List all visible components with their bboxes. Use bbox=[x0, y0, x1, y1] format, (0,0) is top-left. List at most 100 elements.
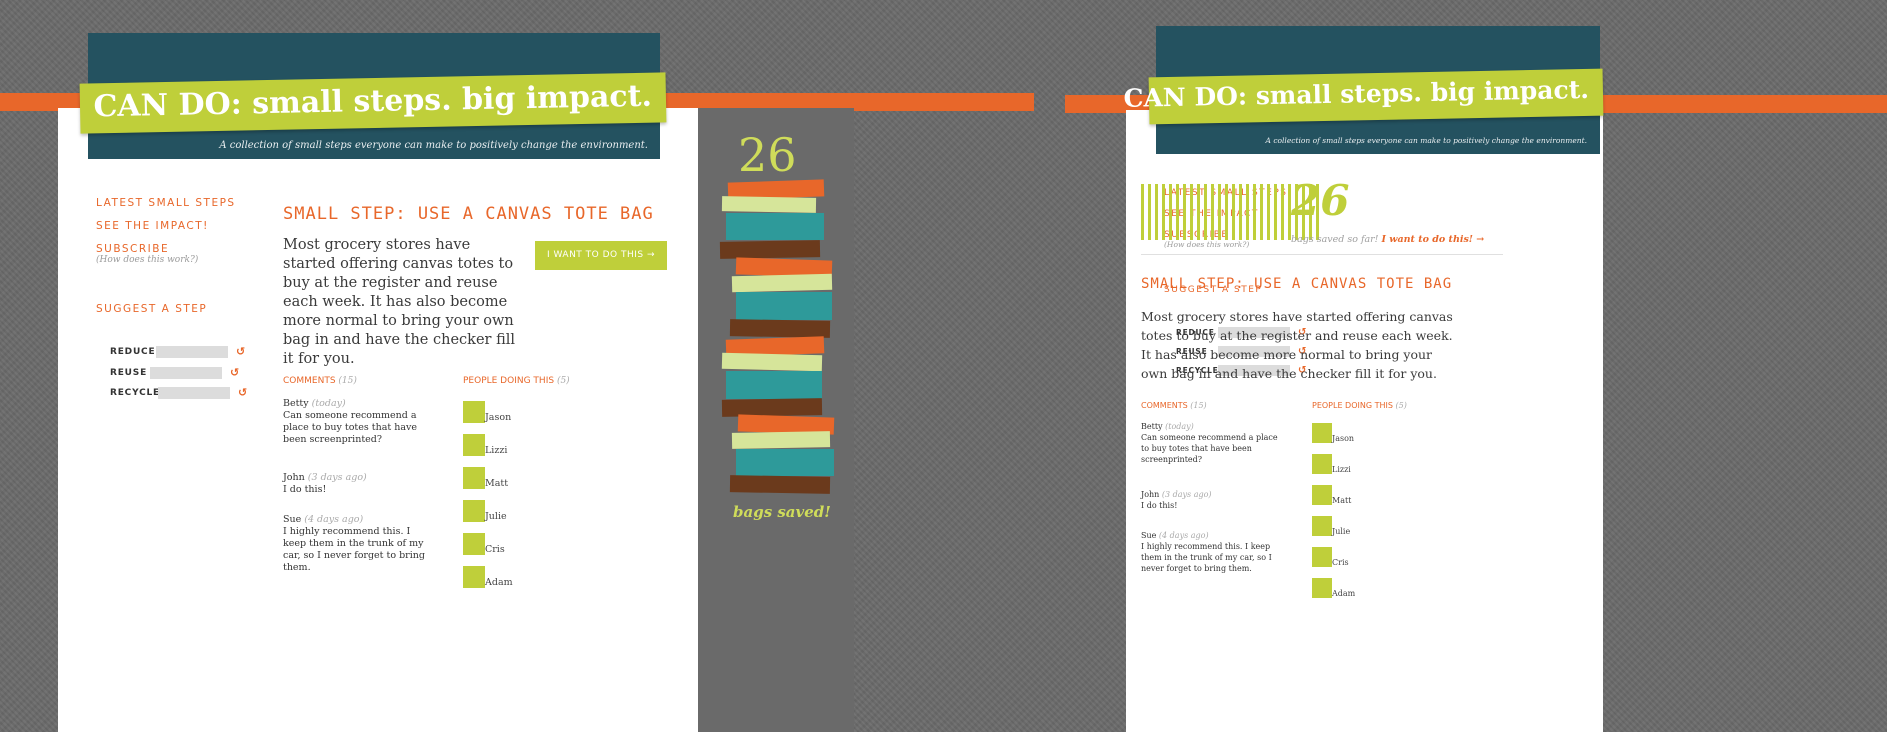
nav-latest-small-steps[interactable]: LATEST SMALL STEPS bbox=[96, 197, 236, 209]
people-header-label: PEOPLE DOING THIS bbox=[463, 376, 555, 386]
person-item[interactable]: Adam bbox=[463, 566, 513, 588]
people-header: PEOPLE DOING THIS (5) bbox=[463, 376, 570, 386]
comment-item: Betty (today) Can someone recommend a pl… bbox=[283, 398, 433, 446]
person-name: Adam bbox=[1332, 589, 1356, 598]
comment-item: John (3 days ago) I do this! bbox=[1141, 489, 1279, 511]
site-tagline: A collection of small steps everyone can… bbox=[219, 140, 648, 151]
comment-author[interactable]: Sue bbox=[1141, 531, 1156, 540]
suggest-reuse-input[interactable] bbox=[150, 366, 222, 379]
comment-author[interactable]: Sue bbox=[283, 514, 301, 525]
i-want-to-do-this-button[interactable]: I WANT TO DO THIS → bbox=[535, 241, 667, 270]
step-title: SMALL STEP: USE A CANVAS TOTE BAG bbox=[1141, 276, 1453, 292]
divider bbox=[1141, 254, 1503, 255]
bags-saved-line: bags saved so far! I want to do this! → bbox=[1291, 234, 1484, 245]
comment-item: John (3 days ago) I do this! bbox=[283, 472, 433, 496]
person-item[interactable]: Lizzi bbox=[463, 434, 507, 456]
bag-tally-mark bbox=[1225, 184, 1228, 240]
person-name: Matt bbox=[485, 478, 509, 489]
bag-tally-mark bbox=[1274, 184, 1277, 240]
nav-see-the-impact[interactable]: SEE THE IMPACT! bbox=[96, 220, 236, 232]
person-item[interactable]: Matt bbox=[1312, 485, 1351, 505]
i-want-to-do-this-link[interactable]: I want to do this! → bbox=[1382, 234, 1485, 245]
comment-author[interactable]: John bbox=[283, 472, 305, 483]
comment-item: Sue (4 days ago) I highly recommend this… bbox=[1141, 530, 1279, 574]
step-body: Most grocery stores have started offerin… bbox=[283, 237, 516, 367]
person-name: Matt bbox=[1332, 496, 1352, 505]
comment-author[interactable]: John bbox=[1141, 490, 1159, 499]
bag-tally-mark bbox=[1267, 184, 1270, 240]
tote-bag-stripe bbox=[721, 352, 823, 372]
person-name: Julie bbox=[485, 511, 507, 522]
comments-count: (15) bbox=[338, 376, 357, 386]
people-header: PEOPLE DOING THIS (5) bbox=[1312, 401, 1407, 410]
bag-tally-mark bbox=[1190, 184, 1193, 240]
comment-text: I do this! bbox=[1141, 501, 1178, 510]
person-item[interactable]: Adam bbox=[1312, 578, 1355, 598]
avatar bbox=[463, 467, 485, 489]
site-tagline: A collection of small steps everyone can… bbox=[1265, 136, 1587, 145]
person-item[interactable]: Matt bbox=[463, 467, 508, 489]
design-variant-right: CAN DO: small steps. big impact. A colle… bbox=[1065, 0, 1887, 732]
person-item[interactable]: Cris bbox=[463, 533, 505, 555]
step-body: Most grocery stores have started offerin… bbox=[1141, 309, 1453, 381]
bag-tally-mark bbox=[1253, 184, 1256, 240]
person-name: Lizzi bbox=[485, 445, 508, 456]
person-item[interactable]: Cris bbox=[1312, 547, 1349, 567]
tote-bag-stripe bbox=[726, 213, 824, 240]
suggest-reduce-input[interactable] bbox=[156, 345, 228, 358]
comments-count: (15) bbox=[1190, 401, 1207, 410]
comment-text: Can someone recommend a place to buy tot… bbox=[283, 410, 417, 445]
nav-subscribe[interactable]: SUBSCRIBE bbox=[96, 243, 236, 255]
person-item[interactable]: Jason bbox=[1312, 423, 1354, 443]
bag-tally-mark bbox=[1183, 184, 1186, 240]
refresh-icon[interactable]: ↺ bbox=[230, 366, 239, 379]
person-item[interactable]: Lizzi bbox=[1312, 454, 1351, 474]
comments-header: COMMENTS (15) bbox=[1141, 401, 1207, 410]
suggest-recycle-input[interactable] bbox=[158, 386, 230, 399]
sidebar-nav: LATEST SMALL STEPS SEE THE IMPACT! SUBSC… bbox=[96, 197, 236, 315]
tote-bag-stripe bbox=[731, 431, 831, 449]
refresh-icon[interactable]: ↺ bbox=[238, 386, 247, 399]
person-item[interactable]: Julie bbox=[463, 500, 507, 522]
comments-header: COMMENTS (15) bbox=[283, 376, 357, 386]
comment-author[interactable]: Betty bbox=[283, 398, 309, 409]
person-name: Cris bbox=[1332, 558, 1349, 567]
suggest-reuse-label: REUSE bbox=[110, 367, 148, 378]
refresh-icon[interactable]: ↺ bbox=[236, 345, 245, 358]
site-title: CAN DO: small steps. big impact. bbox=[93, 78, 653, 125]
people-count: (5) bbox=[1395, 401, 1407, 410]
person-item[interactable]: Julie bbox=[1312, 516, 1350, 536]
person-item[interactable]: Jason bbox=[463, 401, 511, 423]
tote-bag-stripe bbox=[731, 273, 833, 293]
tote-bag-stripe bbox=[726, 371, 822, 399]
comment-item: Sue (4 days ago) I highly recommend this… bbox=[283, 514, 433, 574]
comment-time: (4 days ago) bbox=[1158, 531, 1209, 540]
person-name: Cris bbox=[485, 544, 505, 555]
person-name: Lizzi bbox=[1332, 465, 1351, 474]
bags-saved-caption: bags saved! bbox=[733, 503, 831, 521]
comment-author[interactable]: Betty bbox=[1141, 422, 1163, 431]
comments-header-label: COMMENTS bbox=[283, 376, 336, 386]
avatar bbox=[1312, 485, 1332, 505]
bag-tally-mark bbox=[1239, 184, 1242, 240]
tote-bag-stripe bbox=[736, 292, 832, 320]
comment-text: I highly recommend this. I keep them in … bbox=[283, 526, 425, 573]
comment-text: I do this! bbox=[283, 484, 327, 495]
bag-tally-mark bbox=[1148, 184, 1151, 240]
bag-tally-mark bbox=[1162, 184, 1165, 240]
avatar bbox=[463, 434, 485, 456]
suggest-recycle-label: RECYCLE bbox=[110, 387, 160, 398]
tote-bag-stripe bbox=[729, 319, 831, 338]
subscribe-help-link[interactable]: (How does this work?) bbox=[96, 255, 236, 265]
comment-time: (4 days ago) bbox=[304, 514, 364, 525]
bag-tally-mark bbox=[1141, 184, 1144, 240]
avatar bbox=[1312, 516, 1332, 536]
suggest-recycle-row: RECYCLE ↺ bbox=[110, 386, 247, 399]
nav-suggest-a-step[interactable]: SUGGEST A STEP bbox=[96, 303, 236, 315]
avatar bbox=[1312, 547, 1332, 567]
bag-tally-mark bbox=[1197, 184, 1200, 240]
suggest-reduce-label: REDUCE bbox=[110, 346, 156, 357]
bag-tally-mark bbox=[1169, 184, 1172, 240]
bag-tally-mark bbox=[1176, 184, 1179, 240]
subscribe-help-link[interactable]: (How does this work?) bbox=[1164, 240, 1288, 249]
